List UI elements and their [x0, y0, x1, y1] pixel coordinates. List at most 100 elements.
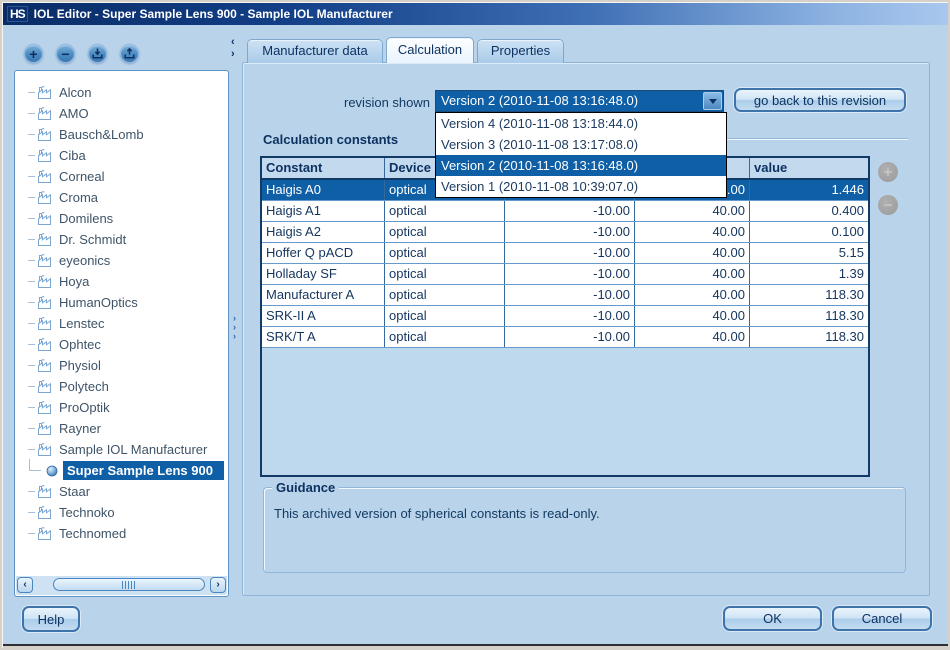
revision-combobox[interactable]: Version 2 (2010-11-08 13:16:48.0) — [435, 90, 724, 112]
table-row-hoffer-q-pacd[interactable]: Hoffer Q pACDoptical-10.0040.005.15 — [262, 243, 868, 264]
cell-haigis-a2-col1: optical — [385, 222, 505, 242]
tree-item-ophtec[interactable]: Ophtec — [16, 334, 227, 355]
tree-item-rayner[interactable]: Rayner — [16, 418, 227, 439]
cell-haigis-a2-col2: -10.00 — [505, 222, 635, 242]
cell-holladay-sf-col4: 1.39 — [750, 264, 868, 284]
tree-item-technoko[interactable]: Technoko — [16, 502, 227, 523]
tree-connector-tick — [28, 323, 35, 324]
splitter-collapse-left-icon[interactable]: ‹ — [231, 37, 235, 47]
tree-item-domilens[interactable]: Domilens — [16, 208, 227, 229]
tree-connector-tick — [28, 449, 35, 450]
scroll-left-button[interactable]: ‹ — [17, 577, 33, 593]
tree-horizontal-scrollbar[interactable]: ‹ › — [16, 576, 227, 595]
tree-item-bausch-lomb[interactable]: Bausch&Lomb — [16, 124, 227, 145]
tab-manufacturer-data[interactable]: Manufacturer data — [247, 39, 383, 63]
revision-option-version-3-2010-11-08-13-17-08-0[interactable]: Version 3 (2010-11-08 13:17:08.0) — [436, 134, 726, 155]
remove-button[interactable]: − — [56, 44, 75, 63]
tree-item-label: AMO — [59, 106, 89, 121]
tree-item-super-sample-lens-900[interactable]: Super Sample Lens 900 — [16, 460, 227, 481]
column-header-constant[interactable]: Constant — [262, 158, 385, 178]
tab-properties[interactable]: Properties — [477, 39, 564, 63]
tree-connector-tick — [28, 197, 35, 198]
cell-manufacturer-a-col1: optical — [385, 285, 505, 305]
revision-shown-label: revision shown — [260, 95, 430, 110]
tree-item-label: Ciba — [59, 148, 86, 163]
cell-hoffer-q-pacd-col2: -10.00 — [505, 243, 635, 263]
tree-item-label: ProOptik — [59, 400, 110, 415]
cell-haigis-a0-col4: 1.446 — [750, 180, 868, 200]
tree-connector-tick — [28, 533, 35, 534]
table-row-manufacturer-a[interactable]: Manufacturer Aoptical-10.0040.00118.30 — [262, 285, 868, 306]
table-row-haigis-a2[interactable]: Haigis A2optical-10.0040.000.100 — [262, 222, 868, 243]
lens-icon — [46, 465, 58, 477]
ok-button[interactable]: OK — [723, 606, 822, 631]
table-row-srk-ii-a[interactable]: SRK-II Aoptical-10.0040.00118.30 — [262, 306, 868, 327]
cell-haigis-a1-col3: 40.00 — [635, 201, 750, 221]
tree-item-label: Alcon — [59, 85, 92, 100]
tree-item-ciba[interactable]: Ciba — [16, 145, 227, 166]
cell-srk-t-a-col2: -10.00 — [505, 327, 635, 347]
tree-item-label: Domilens — [59, 211, 113, 226]
tree-item-dr-schmidt[interactable]: Dr. Schmidt — [16, 229, 227, 250]
add-button[interactable]: + — [24, 44, 43, 63]
scroll-right-button[interactable]: › — [210, 577, 226, 593]
export-button[interactable] — [120, 44, 139, 63]
cell-holladay-sf-col1: optical — [385, 264, 505, 284]
cell-hoffer-q-pacd-col1: optical — [385, 243, 505, 263]
tree-connector-tick — [28, 92, 35, 93]
factory-icon — [37, 485, 54, 499]
cell-srk-ii-a-col2: -10.00 — [505, 306, 635, 326]
tree-item-amo[interactable]: AMO — [16, 103, 227, 124]
tree-item-alcon[interactable]: Alcon — [16, 82, 227, 103]
tree-item-lenstec[interactable]: Lenstec — [16, 313, 227, 334]
tree-connector-tick — [28, 491, 35, 492]
tree-item-physiol[interactable]: Physiol — [16, 355, 227, 376]
tree-item-prooptik[interactable]: ProOptik — [16, 397, 227, 418]
tree-item-label: Corneal — [59, 169, 105, 184]
revision-option-version-1-2010-11-08-10-39-07-0[interactable]: Version 1 (2010-11-08 10:39:07.0) — [436, 176, 726, 197]
splitter-grip-icon[interactable]: ››› — [233, 314, 236, 341]
cell-haigis-a1-col4: 0.400 — [750, 201, 868, 221]
splitter-collapse-right-icon[interactable]: › — [231, 49, 235, 59]
table-row-haigis-a1[interactable]: Haigis A1optical-10.0040.000.400 — [262, 201, 868, 222]
tree-connector-tick — [28, 386, 35, 387]
factory-icon — [37, 170, 54, 184]
app-logo-icon: HS — [7, 6, 28, 22]
factory-icon — [37, 128, 54, 142]
factory-icon — [37, 275, 54, 289]
tree-connector-tick — [28, 281, 35, 282]
table-row-srk-t-a[interactable]: SRK/T Aoptical-10.0040.00118.30 — [262, 327, 868, 348]
import-button[interactable] — [88, 44, 107, 63]
tab-calculation[interactable]: Calculation — [386, 37, 474, 63]
add-constant-button-disabled: + — [878, 162, 898, 182]
tree-item-corneal[interactable]: Corneal — [16, 166, 227, 187]
tree-item-technomed[interactable]: Technomed — [16, 523, 227, 544]
tree-connector-tick — [28, 260, 35, 261]
window-title: IOL Editor - Super Sample Lens 900 - Sam… — [34, 7, 393, 21]
column-header-value[interactable]: value — [750, 158, 868, 178]
revision-option-version-2-2010-11-08-13-16-48-0[interactable]: Version 2 (2010-11-08 13:16:48.0) — [436, 155, 726, 176]
cell-srk-ii-a-col1: optical — [385, 306, 505, 326]
cell-haigis-a1-col2: -10.00 — [505, 201, 635, 221]
tree-item-croma[interactable]: Croma — [16, 187, 227, 208]
tree-item-label: eyeonics — [59, 253, 110, 268]
tree-item-humanoptics[interactable]: HumanOptics — [16, 292, 227, 313]
factory-icon — [37, 359, 54, 373]
tree-item-polytech[interactable]: Polytech — [16, 376, 227, 397]
tree-item-sample-iol-manufacturer[interactable]: Sample IOL Manufacturer — [16, 439, 227, 460]
tree-item-hoya[interactable]: Hoya — [16, 271, 227, 292]
tree-connector-elbow — [29, 459, 41, 471]
go-back-to-revision-button[interactable]: go back to this revision — [734, 88, 906, 112]
cell-srk-t-a-col4: 118.30 — [750, 327, 868, 347]
table-row-holladay-sf[interactable]: Holladay SFoptical-10.0040.001.39 — [262, 264, 868, 285]
revision-option-version-4-2010-11-08-13-18-44-0[interactable]: Version 4 (2010-11-08 13:18:44.0) — [436, 113, 726, 134]
factory-icon — [37, 296, 54, 310]
cancel-button[interactable]: Cancel — [832, 606, 932, 631]
scrollbar-thumb[interactable] — [53, 578, 205, 591]
tree-item-staar[interactable]: Staar — [16, 481, 227, 502]
cell-srk-t-a-col1: optical — [385, 327, 505, 347]
factory-icon — [37, 338, 54, 352]
tree-item-eyeonics[interactable]: eyeonics — [16, 250, 227, 271]
combobox-dropdown-button[interactable] — [703, 92, 722, 110]
help-button[interactable]: Help — [22, 606, 80, 632]
